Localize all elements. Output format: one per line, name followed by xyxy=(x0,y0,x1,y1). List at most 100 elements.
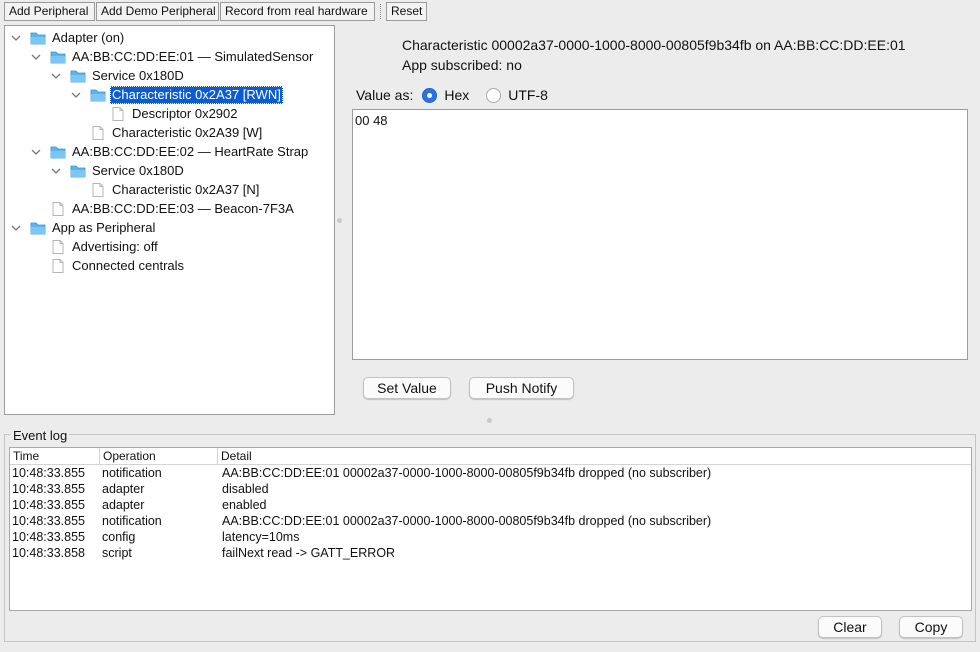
cell-operation: adapter xyxy=(102,482,145,496)
column-header-detail[interactable]: Detail xyxy=(218,448,971,465)
tree-label: Service 0x180D xyxy=(92,67,184,83)
tree-node-descriptor[interactable]: Descriptor 0x2902 xyxy=(110,104,240,123)
tree-label: Adapter (on) xyxy=(52,29,125,45)
column-header-time[interactable]: Time xyxy=(10,448,100,465)
tree-node-device-1[interactable]: AA:BB:CC:DD:EE:01 — SimulatedSensor xyxy=(30,47,315,66)
tree-label: Characteristic 0x2A37 [RWN] xyxy=(110,85,283,104)
copy-log-button[interactable]: Copy xyxy=(899,616,963,638)
tree-label: AA:BB:CC:DD:EE:03 — Beacon-7F3A xyxy=(72,200,294,216)
file-icon xyxy=(50,201,66,216)
set-value-button[interactable]: Set Value xyxy=(363,377,451,399)
clear-log-button[interactable]: Clear xyxy=(818,616,882,638)
format-radio-utf8[interactable]: UTF-8 xyxy=(486,87,548,103)
device-tree[interactable]: Adapter (on) AA:BB:CC:DD:EE:01 — Simulat… xyxy=(4,25,335,415)
cell-operation: adapter xyxy=(102,498,145,512)
toolbar-separator xyxy=(380,4,381,19)
chevron-down-icon[interactable] xyxy=(50,70,62,82)
event-log-panel: Event log Time Operation Detail 10:48:33… xyxy=(4,429,976,642)
reset-button[interactable]: Reset xyxy=(386,2,427,21)
cell-operation: config xyxy=(102,530,136,544)
table-row[interactable]: 10:48:33.858 script failNext read -> GAT… xyxy=(10,545,971,561)
tree-node-advertising[interactable]: Advertising: off xyxy=(50,237,160,256)
cell-detail: failNext read -> GATT_ERROR xyxy=(222,546,396,560)
folder-open-icon xyxy=(30,31,46,45)
cell-time: 10:48:33.855 xyxy=(12,482,85,496)
cell-time: 10:48:33.855 xyxy=(12,530,85,544)
file-icon xyxy=(50,239,66,254)
cell-operation: notification xyxy=(102,514,162,528)
chevron-down-icon[interactable] xyxy=(70,89,82,101)
chevron-down-icon[interactable] xyxy=(30,146,42,158)
split-pane-handle-horizontal[interactable] xyxy=(487,418,492,423)
value-format-row: Value as: Hex UTF-8 xyxy=(356,86,548,104)
file-icon xyxy=(50,258,66,273)
add-peripheral-button[interactable]: Add Peripheral xyxy=(4,2,95,21)
split-pane-handle-vertical[interactable] xyxy=(337,218,342,223)
table-row[interactable]: 10:48:33.855 notification AA:BB:CC:DD:EE… xyxy=(10,513,971,529)
event-log-title: Event log xyxy=(11,428,70,443)
tree-label: Connected centrals xyxy=(72,257,185,273)
file-icon xyxy=(90,125,106,140)
tree-node-service[interactable]: Service 0x180D xyxy=(50,66,186,85)
add-demo-peripheral-button[interactable]: Add Demo Peripheral xyxy=(96,2,219,21)
chevron-down-icon[interactable] xyxy=(30,51,42,63)
column-header-operation[interactable]: Operation xyxy=(100,448,218,465)
folder-open-icon xyxy=(30,221,46,235)
table-row[interactable]: 10:48:33.855 adapter enabled xyxy=(10,497,971,513)
folder-open-icon xyxy=(70,69,86,83)
cell-detail: enabled xyxy=(222,498,267,512)
record-real-hardware-button[interactable]: Record from real hardware xyxy=(220,2,375,21)
tree-node-device-2[interactable]: AA:BB:CC:DD:EE:02 — HeartRate Strap xyxy=(30,142,310,161)
tree-label: App as Peripheral xyxy=(52,219,156,235)
tree-label: AA:BB:CC:DD:EE:01 — SimulatedSensor xyxy=(72,48,314,64)
tree-label: Characteristic 0x2A37 [N] xyxy=(112,181,260,197)
tree-node-characteristic-selected[interactable]: Characteristic 0x2A37 [RWN] xyxy=(70,85,283,104)
folder-open-icon xyxy=(50,50,66,64)
tree-label: Service 0x180D xyxy=(92,162,184,178)
chevron-down-icon[interactable] xyxy=(10,32,22,44)
table-row[interactable]: 10:48:33.855 config latency=10ms xyxy=(10,529,971,545)
chevron-down-icon[interactable] xyxy=(50,165,62,177)
cell-detail: disabled xyxy=(222,482,269,496)
format-option-label: UTF-8 xyxy=(508,87,548,103)
tree-node-app-peripheral[interactable]: App as Peripheral xyxy=(10,218,157,237)
cell-time: 10:48:33.858 xyxy=(12,546,85,560)
table-row[interactable]: 10:48:33.855 adapter disabled xyxy=(10,481,971,497)
cell-operation: script xyxy=(102,546,132,560)
format-option-label: Hex xyxy=(444,87,470,103)
folder-open-icon xyxy=(70,164,86,178)
tree-node-adapter[interactable]: Adapter (on) xyxy=(10,28,126,47)
toolbar: Add Peripheral Add Demo Peripheral Recor… xyxy=(0,0,980,22)
value-text-area[interactable]: 00 48 xyxy=(352,109,968,360)
tree-node-characteristic[interactable]: Characteristic 0x2A39 [W] xyxy=(90,123,264,142)
chevron-down-icon[interactable] xyxy=(10,222,22,234)
tree-label: AA:BB:CC:DD:EE:02 — HeartRate Strap xyxy=(72,143,309,159)
tree-node-device-3[interactable]: AA:BB:CC:DD:EE:03 — Beacon-7F3A xyxy=(50,199,296,218)
subscription-status: App subscribed: no xyxy=(402,57,522,73)
value-text: 00 48 xyxy=(355,113,388,128)
folder-open-icon xyxy=(50,145,66,159)
tree-node-connected-centrals[interactable]: Connected centrals xyxy=(50,256,186,275)
file-icon xyxy=(90,182,106,197)
cell-detail: latency=10ms xyxy=(222,530,300,544)
tree-label: Descriptor 0x2902 xyxy=(132,105,238,121)
table-row[interactable]: 10:48:33.855 notification AA:BB:CC:DD:EE… xyxy=(10,465,971,481)
file-icon xyxy=(110,106,126,121)
cell-time: 10:48:33.855 xyxy=(12,498,85,512)
value-as-label: Value as: xyxy=(356,87,414,103)
cell-time: 10:48:33.855 xyxy=(12,514,85,528)
cell-detail: AA:BB:CC:DD:EE:01 00002a37-0000-1000-800… xyxy=(222,514,712,528)
tree-label: Characteristic 0x2A39 [W] xyxy=(112,124,263,140)
radio-selected-icon[interactable] xyxy=(422,87,438,103)
event-log-table[interactable]: Time Operation Detail 10:48:33.855 notif… xyxy=(9,447,972,611)
format-radio-hex[interactable]: Hex xyxy=(422,87,469,103)
split-pane-divider[interactable] xyxy=(4,418,976,424)
cell-time: 10:48:33.855 xyxy=(12,466,85,480)
tree-label: Advertising: off xyxy=(72,238,158,254)
cell-detail: AA:BB:CC:DD:EE:01 00002a37-0000-1000-800… xyxy=(222,466,712,480)
push-notify-button[interactable]: Push Notify xyxy=(469,377,574,399)
radio-unselected-icon[interactable] xyxy=(486,87,502,103)
tree-node-characteristic[interactable]: Characteristic 0x2A37 [N] xyxy=(90,180,261,199)
characteristic-title: Characteristic 00002a37-0000-1000-8000-0… xyxy=(402,37,906,53)
tree-node-service[interactable]: Service 0x180D xyxy=(50,161,186,180)
